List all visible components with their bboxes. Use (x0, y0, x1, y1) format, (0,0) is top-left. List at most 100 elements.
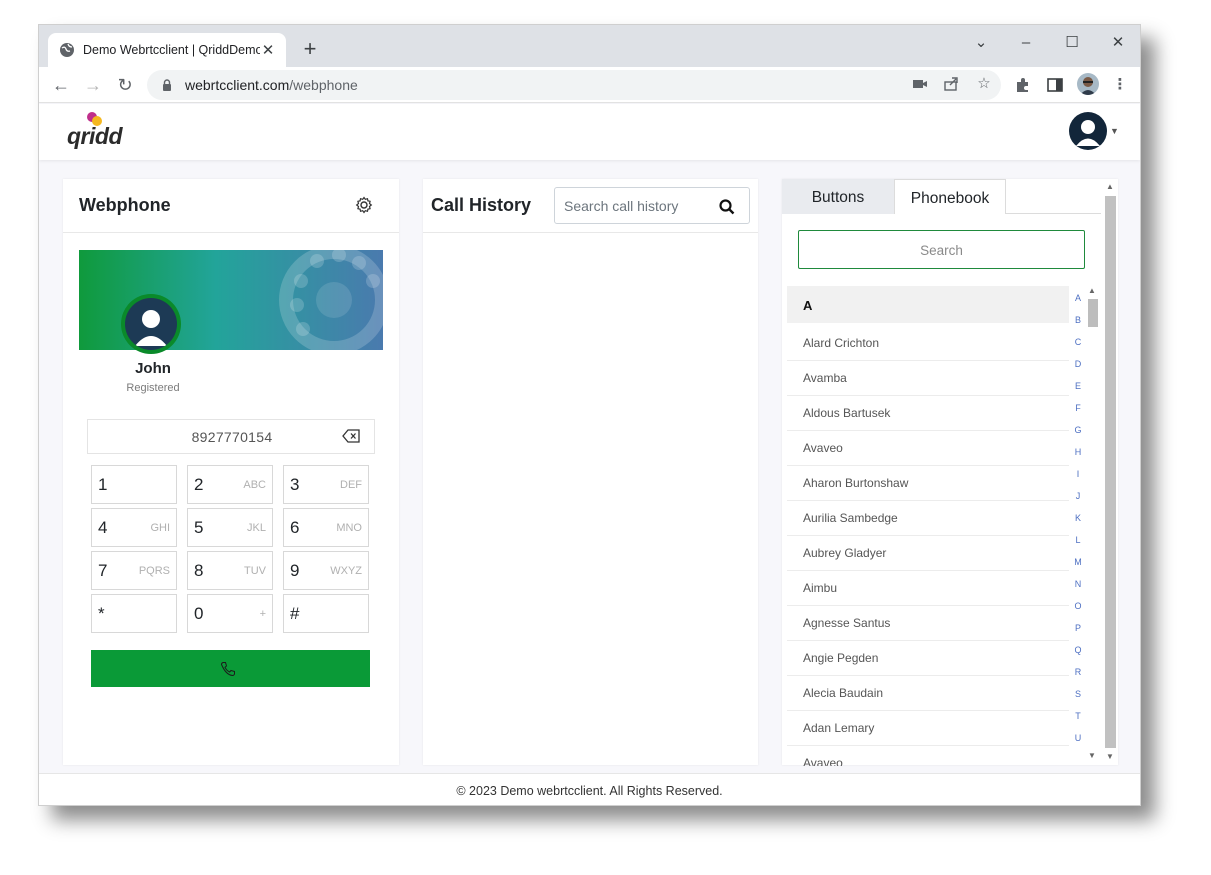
lock-icon (163, 79, 171, 91)
dialed-number: 8927770154 (191, 429, 273, 445)
registration-status: Registered (126, 382, 180, 394)
dial-number-input[interactable]: 8927770154 (87, 419, 375, 454)
key-8[interactable]: 8 TUV (187, 551, 273, 590)
minimize-button[interactable]: – (1014, 31, 1038, 55)
key-digit: 8 (194, 561, 204, 580)
contact-item[interactable]: Agnesse Santus (787, 606, 1069, 641)
star-icon[interactable]: ☆ (973, 73, 995, 95)
panel-scrollbar[interactable]: ▲ ▼ (1102, 182, 1118, 763)
search-icon[interactable] (719, 199, 735, 215)
phone-icon (220, 662, 235, 677)
alpha-index-n[interactable]: N (1073, 579, 1083, 589)
address-bar[interactable]: webrtcclient.com/webphone (147, 70, 1001, 100)
key-2[interactable]: 2 ABC (187, 465, 273, 504)
contact-item[interactable]: Adan Lemary (787, 711, 1069, 746)
contact-item[interactable]: Aharon Burtonshaw (787, 466, 1069, 501)
side-panel-icon[interactable] (1044, 74, 1066, 96)
tab-search-icon[interactable]: ⌄ (969, 31, 993, 55)
key-4[interactable]: 4 GHI (91, 508, 177, 547)
key-3[interactable]: 3 DEF (283, 465, 369, 504)
scrollbar-thumb[interactable] (1088, 299, 1098, 327)
alpha-index-a[interactable]: A (1073, 293, 1083, 303)
extensions-icon[interactable] (1012, 74, 1034, 96)
alpha-index-h[interactable]: H (1073, 447, 1083, 457)
contact-item[interactable]: Alecia Baudain (787, 676, 1069, 711)
alpha-index-m[interactable]: M (1073, 557, 1083, 567)
alpha-index-k[interactable]: K (1073, 513, 1083, 523)
contact-list[interactable]: A Alard Crichton Avamba Aldous Bartusek … (787, 286, 1069, 766)
alpha-index-p[interactable]: P (1073, 623, 1083, 633)
scroll-up-icon[interactable]: ▲ (1105, 182, 1115, 192)
contact-item[interactable]: Alard Crichton (787, 326, 1069, 361)
contact-item[interactable]: Angie Pegden (787, 641, 1069, 676)
alpha-index-d[interactable]: D (1073, 359, 1083, 369)
tab-phonebook[interactable]: Phonebook (894, 179, 1006, 214)
alpha-index-q[interactable]: Q (1073, 645, 1083, 655)
key-letters: ABC (243, 479, 266, 491)
reload-icon[interactable]: ↻ (113, 73, 137, 97)
scrollbar-thumb[interactable] (1105, 196, 1116, 748)
globe-icon (60, 43, 74, 57)
tab-title: Demo Webrtcclient | QriddDemo (83, 43, 260, 57)
phonebook-search-input[interactable]: Search (798, 230, 1085, 269)
contact-item[interactable]: Avamba (787, 361, 1069, 396)
scroll-down-icon[interactable]: ▼ (1105, 752, 1115, 762)
alpha-index-r[interactable]: R (1073, 667, 1083, 677)
contact-item[interactable]: Aimbu (787, 571, 1069, 606)
qridd-logo[interactable]: qridd (67, 111, 127, 153)
key-5[interactable]: 5 JKL (187, 508, 273, 547)
key-digit: 7 (98, 561, 108, 580)
alpha-index-j[interactable]: J (1073, 491, 1083, 501)
alpha-index-g[interactable]: G (1073, 425, 1083, 435)
key-1[interactable]: 1 (91, 465, 177, 504)
contact-item[interactable]: Aurilia Sambedge (787, 501, 1069, 536)
call-button[interactable] (91, 650, 370, 687)
browser-tab[interactable]: Demo Webrtcclient | QriddDemo ✕ (48, 33, 286, 67)
key-digit: 1 (98, 475, 108, 494)
alpha-index-t[interactable]: T (1073, 711, 1083, 721)
alpha-index-s[interactable]: S (1073, 689, 1083, 699)
contact-item[interactable]: Avaveo (787, 746, 1069, 766)
key-letters: MNO (336, 522, 362, 534)
close-window-button[interactable]: ✕ (1106, 31, 1130, 55)
call-history-search-input[interactable]: Search call history (554, 187, 750, 224)
menu-icon[interactable]: ⋮ (1109, 74, 1131, 96)
close-tab-icon[interactable]: ✕ (260, 41, 276, 59)
new-tab-button[interactable]: + (299, 37, 321, 61)
alpha-index-e[interactable]: E (1073, 381, 1083, 391)
key-0[interactable]: 0 + (187, 594, 273, 633)
contact-list-scrollbar[interactable]: ▲ (1085, 287, 1099, 758)
contact-item[interactable]: Aldous Bartusek (787, 396, 1069, 431)
settings-gear-icon[interactable] (355, 196, 373, 214)
user-menu[interactable]: ▼ (1069, 112, 1119, 152)
alpha-index-l[interactable]: L (1073, 535, 1083, 545)
share-icon[interactable] (940, 73, 962, 95)
scroll-down-icon[interactable]: ▼ (1087, 751, 1097, 761)
camera-icon[interactable] (909, 73, 931, 95)
key-letters: JKL (247, 522, 266, 534)
webphone-divider (63, 232, 399, 233)
profile-avatar[interactable] (1077, 73, 1099, 95)
alpha-index-c[interactable]: C (1073, 337, 1083, 347)
tabs-underline (1006, 213, 1101, 214)
alpha-index-f[interactable]: F (1073, 403, 1083, 413)
key-hash[interactable]: # (283, 594, 369, 633)
alpha-index-i[interactable]: I (1073, 469, 1083, 479)
forward-icon[interactable]: → (81, 73, 105, 97)
back-icon[interactable]: ← (49, 73, 73, 97)
backspace-icon[interactable] (342, 429, 360, 443)
key-6[interactable]: 6 MNO (283, 508, 369, 547)
tab-buttons[interactable]: Buttons (782, 179, 894, 214)
user-name: John (135, 360, 171, 377)
key-star[interactable]: * (91, 594, 177, 633)
contact-item[interactable]: Avaveo (787, 431, 1069, 466)
alpha-index-u[interactable]: U (1073, 733, 1083, 743)
key-7[interactable]: 7 PQRS (91, 551, 177, 590)
key-9[interactable]: 9 WXYZ (283, 551, 369, 590)
alpha-index-o[interactable]: O (1073, 601, 1083, 611)
key-letters: TUV (244, 565, 266, 577)
contact-item[interactable]: Aubrey Gladyer (787, 536, 1069, 571)
alpha-index-b[interactable]: B (1073, 315, 1083, 325)
scroll-up-icon[interactable]: ▲ (1088, 287, 1096, 295)
maximize-button[interactable]: ☐ (1060, 31, 1084, 55)
